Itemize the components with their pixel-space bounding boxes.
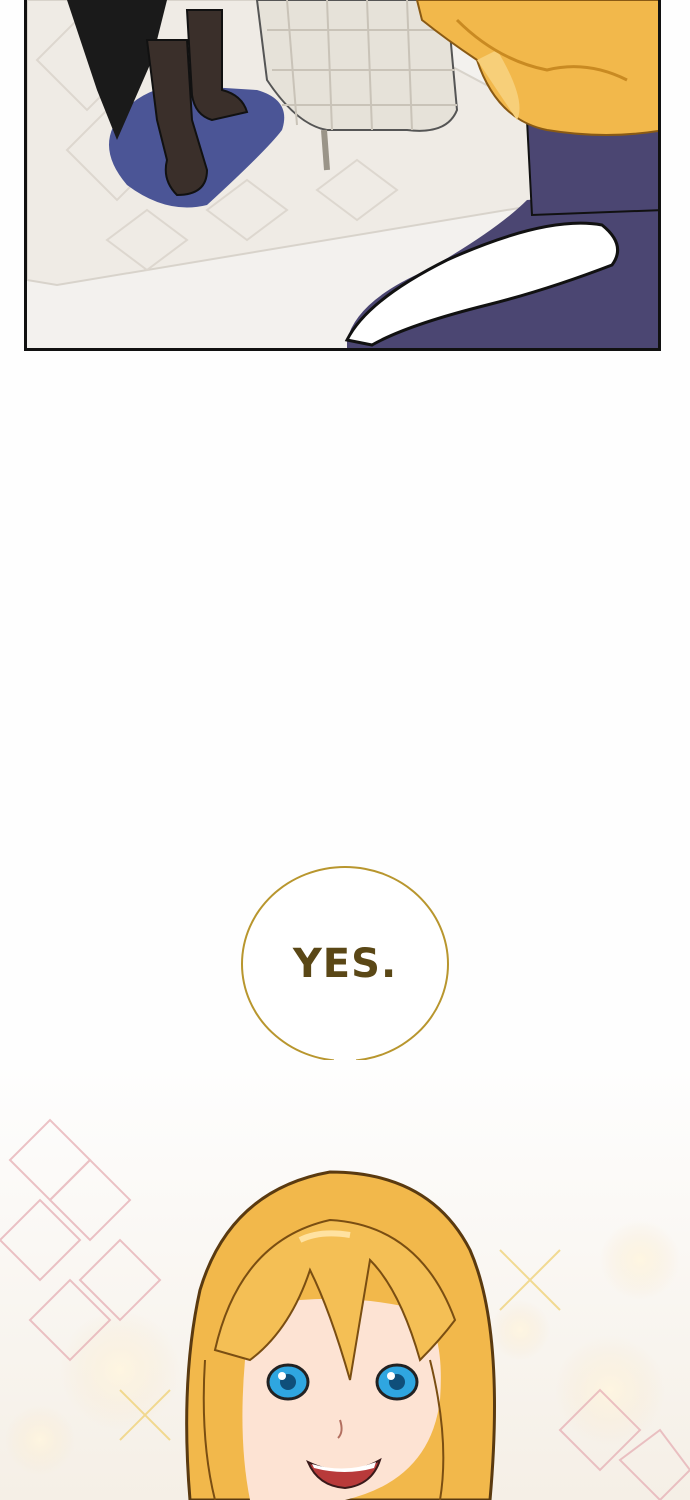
speech-bubble: YES.: [241, 866, 449, 1062]
speech-bubble-text: YES.: [292, 941, 398, 987]
top-panel-art: [27, 0, 658, 348]
top-panel: [24, 0, 661, 351]
bottom-scene: [0, 1060, 690, 1500]
